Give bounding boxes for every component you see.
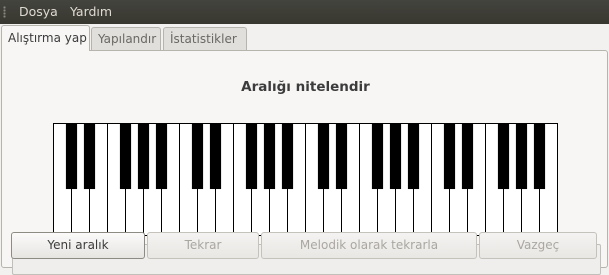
repeat-melodic-button[interactable]: Melodik olarak tekrarla	[261, 232, 477, 259]
black-key[interactable]	[137, 123, 150, 190]
piano-keyboard[interactable]	[53, 123, 558, 236]
repeat-button[interactable]: Tekrar	[147, 232, 259, 259]
black-key[interactable]	[533, 123, 546, 190]
black-key[interactable]	[155, 123, 168, 190]
tab-practice[interactable]: Alıştırma yap	[1, 25, 90, 51]
black-key[interactable]	[245, 123, 258, 190]
tab-configure[interactable]: Yapılandır	[91, 27, 161, 50]
menu-yardim[interactable]: Yardım	[69, 4, 113, 19]
black-key[interactable]	[497, 123, 510, 190]
new-interval-button[interactable]: Yeni aralık	[11, 232, 145, 259]
give-up-button[interactable]: Vazgeç	[479, 232, 597, 259]
black-key[interactable]	[317, 123, 330, 190]
black-key[interactable]	[191, 123, 204, 190]
piano-svg[interactable]	[53, 123, 558, 236]
black-key[interactable]	[119, 123, 132, 190]
black-key[interactable]	[515, 123, 528, 190]
black-key[interactable]	[83, 123, 96, 190]
black-key[interactable]	[407, 123, 420, 190]
black-key[interactable]	[443, 123, 456, 190]
black-key[interactable]	[263, 123, 276, 190]
black-key[interactable]	[209, 123, 222, 190]
menu-dosya[interactable]: Dosya	[18, 4, 59, 19]
menubar-grip-icon	[3, 6, 6, 18]
exercise-title: Aralığı nitelendir	[241, 79, 370, 95]
black-key[interactable]	[335, 123, 348, 190]
black-key[interactable]	[461, 123, 474, 190]
black-key[interactable]	[389, 123, 402, 190]
menubar: Dosya Yardım	[0, 0, 609, 24]
black-key[interactable]	[281, 123, 294, 190]
tab-statistics[interactable]: İstatistikler	[163, 27, 247, 50]
black-key[interactable]	[65, 123, 78, 190]
black-key[interactable]	[371, 123, 384, 190]
